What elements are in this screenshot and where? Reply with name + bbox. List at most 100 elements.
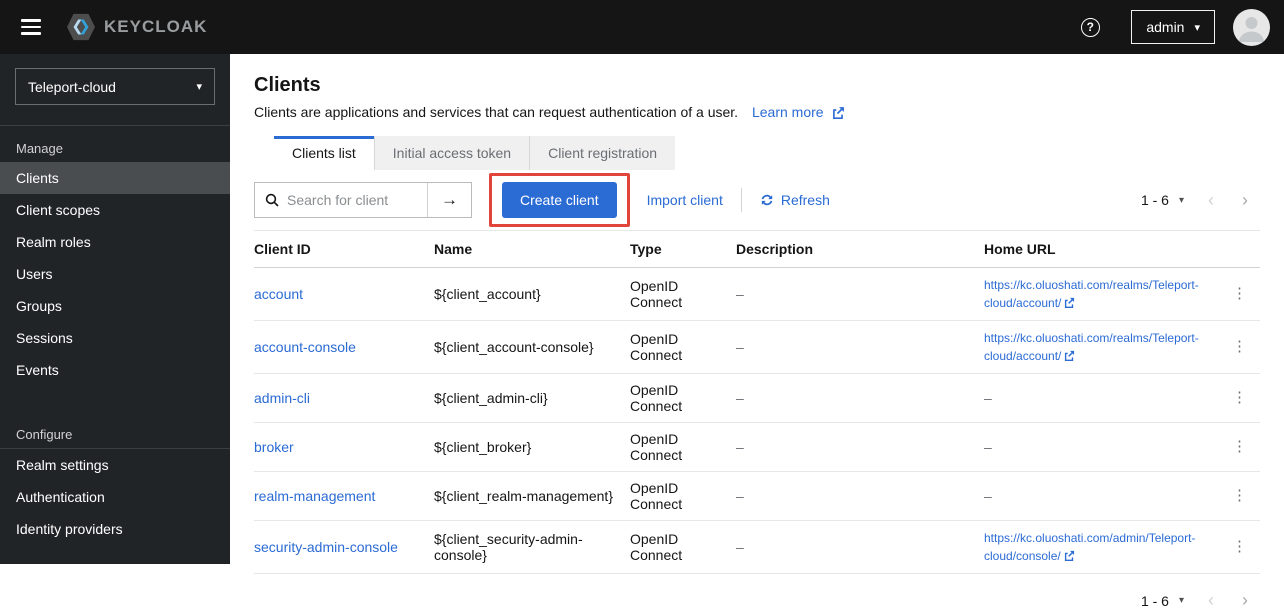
search-icon bbox=[265, 193, 279, 207]
search-input[interactable] bbox=[287, 192, 417, 208]
pagination-range-label: 1 - 6 bbox=[1140, 192, 1169, 208]
hamburger-menu-icon[interactable] bbox=[14, 10, 48, 44]
external-link-icon bbox=[1065, 350, 1075, 361]
home-url-text: https://kc.oluoshati.com/admin/Teleport-… bbox=[984, 531, 1196, 563]
sidebar-item-events[interactable]: Events bbox=[0, 354, 230, 386]
home-url-empty: – bbox=[984, 373, 1224, 423]
keycloak-logo: KEYCLOAK bbox=[66, 13, 207, 41]
external-link-icon bbox=[832, 106, 844, 119]
nav-section-configure: Configure bbox=[16, 427, 73, 442]
sidebar: Teleport-cloud ▾ Manage Clients Client s… bbox=[0, 54, 230, 564]
table-row: broker ${client_broker} OpenID Connect –… bbox=[254, 422, 1260, 472]
search-submit-button[interactable]: → bbox=[427, 183, 471, 217]
kebab-menu-icon[interactable]: ⋮ bbox=[1224, 389, 1255, 407]
user-menu-dropdown[interactable]: admin ▾ bbox=[1131, 10, 1215, 44]
learn-more-link[interactable]: Learn more bbox=[752, 104, 845, 120]
home-url-link[interactable]: https://kc.oluoshati.com/realms/Teleport… bbox=[984, 331, 1199, 363]
sidebar-item-realm-roles[interactable]: Realm roles bbox=[0, 226, 230, 258]
tab-client-registration[interactable]: Client registration bbox=[529, 136, 676, 170]
refresh-button[interactable]: Refresh bbox=[760, 192, 830, 208]
client-id-link[interactable]: security-admin-console bbox=[254, 539, 398, 555]
sidebar-item-sessions[interactable]: Sessions bbox=[0, 322, 230, 354]
pagination-prev-button[interactable]: ‹ bbox=[1196, 588, 1226, 613]
masthead: KEYCLOAK ? admin ▾ bbox=[0, 0, 1284, 54]
chevron-down-icon: ▾ bbox=[1178, 595, 1184, 606]
client-name: ${client_account-console} bbox=[434, 320, 630, 374]
client-name: ${client_admin-cli} bbox=[434, 373, 630, 423]
client-id-link[interactable]: realm-management bbox=[254, 488, 375, 504]
keycloak-logo-icon bbox=[67, 13, 95, 41]
chevron-down-icon: ▾ bbox=[1178, 194, 1184, 206]
pagination-range-dropdown[interactable]: 1 - 6 ▾ bbox=[1133, 188, 1192, 212]
help-icon[interactable]: ? bbox=[1075, 12, 1105, 42]
home-url-empty: – bbox=[984, 471, 1224, 521]
sidebar-item-groups[interactable]: Groups bbox=[0, 290, 230, 322]
avatar[interactable] bbox=[1233, 8, 1270, 46]
sidebar-item-client-scopes[interactable]: Client scopes bbox=[0, 194, 230, 226]
pagination-prev-button[interactable]: ‹ bbox=[1196, 188, 1226, 213]
divider bbox=[740, 188, 742, 212]
home-url-link[interactable]: https://kc.oluoshati.com/admin/Teleport-… bbox=[984, 531, 1195, 563]
refresh-label: Refresh bbox=[780, 192, 830, 208]
client-id-link[interactable]: broker bbox=[254, 439, 294, 455]
sidebar-item-users[interactable]: Users bbox=[0, 258, 230, 290]
create-client-button[interactable]: Create client bbox=[502, 182, 617, 218]
realm-selector[interactable]: Teleport-cloud ▾ bbox=[15, 68, 215, 105]
pagination-next-button[interactable]: › bbox=[1230, 588, 1260, 613]
username-label: admin bbox=[1146, 19, 1185, 35]
sidebar-item-identity-providers[interactable]: Identity providers bbox=[0, 513, 230, 545]
page-description-text: Clients are applications and services th… bbox=[254, 104, 739, 120]
pagination-top: 1 - 6 ▾ ‹ › bbox=[1133, 188, 1260, 213]
home-url-link[interactable]: https://kc.oluoshati.com/realms/Teleport… bbox=[984, 278, 1199, 310]
sidebar-item-clients[interactable]: Clients bbox=[0, 162, 230, 194]
home-url-text: https://kc.oluoshati.com/realms/Teleport… bbox=[984, 331, 1199, 363]
import-client-button[interactable]: Import client bbox=[647, 192, 723, 208]
sidebar-item-realm-settings[interactable]: Realm settings bbox=[0, 449, 230, 481]
home-url-empty: – bbox=[984, 422, 1224, 472]
client-name: ${client_account} bbox=[434, 267, 630, 321]
person-icon bbox=[1239, 16, 1264, 42]
chevron-down-icon: ▾ bbox=[1194, 21, 1200, 34]
realm-name: Teleport-cloud bbox=[28, 78, 116, 95]
column-header-type: Type bbox=[630, 231, 736, 268]
column-header-description: Description bbox=[736, 231, 984, 268]
client-description: – bbox=[736, 471, 984, 521]
table-row: account ${client_account} OpenID Connect… bbox=[254, 267, 1260, 321]
kebab-menu-icon[interactable]: ⋮ bbox=[1224, 438, 1255, 456]
search-group: → bbox=[254, 182, 472, 218]
client-name: ${client_security-admin-console} bbox=[434, 520, 630, 574]
client-type: OpenID Connect bbox=[630, 373, 736, 423]
table-row: security-admin-console ${client_security… bbox=[254, 520, 1260, 574]
column-header-client-id: Client ID bbox=[254, 231, 434, 268]
kebab-menu-icon[interactable]: ⋮ bbox=[1224, 487, 1255, 505]
main-content: Clients Clients are applications and ser… bbox=[230, 54, 1284, 610]
external-link-icon bbox=[1065, 297, 1075, 308]
sidebar-item-authentication[interactable]: Authentication bbox=[0, 481, 230, 513]
chevron-down-icon: ▾ bbox=[196, 81, 202, 93]
client-id-link[interactable]: account-console bbox=[254, 339, 356, 355]
kebab-menu-icon[interactable]: ⋮ bbox=[1224, 538, 1255, 556]
client-description: – bbox=[736, 422, 984, 472]
external-link-icon bbox=[1064, 550, 1074, 561]
client-description: – bbox=[736, 320, 984, 374]
table-row: admin-cli ${client_admin-cli} OpenID Con… bbox=[254, 373, 1260, 423]
toolbar: → Create client Import client Refresh 1 … bbox=[254, 170, 1260, 231]
page-description: Clients are applications and services th… bbox=[254, 104, 1260, 120]
kebab-menu-icon[interactable]: ⋮ bbox=[1224, 338, 1255, 356]
refresh-icon bbox=[761, 194, 773, 206]
table-row: realm-management ${client_realm-manageme… bbox=[254, 471, 1260, 521]
tab-clients-list[interactable]: Clients list bbox=[274, 136, 374, 170]
learn-more-label: Learn more bbox=[751, 104, 824, 120]
pagination-next-button[interactable]: › bbox=[1230, 188, 1260, 213]
client-id-link[interactable]: admin-cli bbox=[254, 390, 310, 406]
nav-section-manage: Manage bbox=[16, 141, 63, 156]
kebab-menu-icon[interactable]: ⋮ bbox=[1224, 285, 1255, 303]
client-id-link[interactable]: account bbox=[254, 286, 303, 302]
client-name: ${client_realm-management} bbox=[434, 471, 630, 521]
column-header-actions bbox=[1224, 231, 1260, 268]
pagination-range-label: 1 - 6 bbox=[1140, 592, 1169, 609]
client-type: OpenID Connect bbox=[630, 320, 736, 374]
tab-initial-access-token[interactable]: Initial access token bbox=[373, 136, 530, 170]
column-header-name: Name bbox=[434, 231, 630, 268]
pagination-range-dropdown[interactable]: 1 - 6 ▾ bbox=[1133, 589, 1192, 613]
